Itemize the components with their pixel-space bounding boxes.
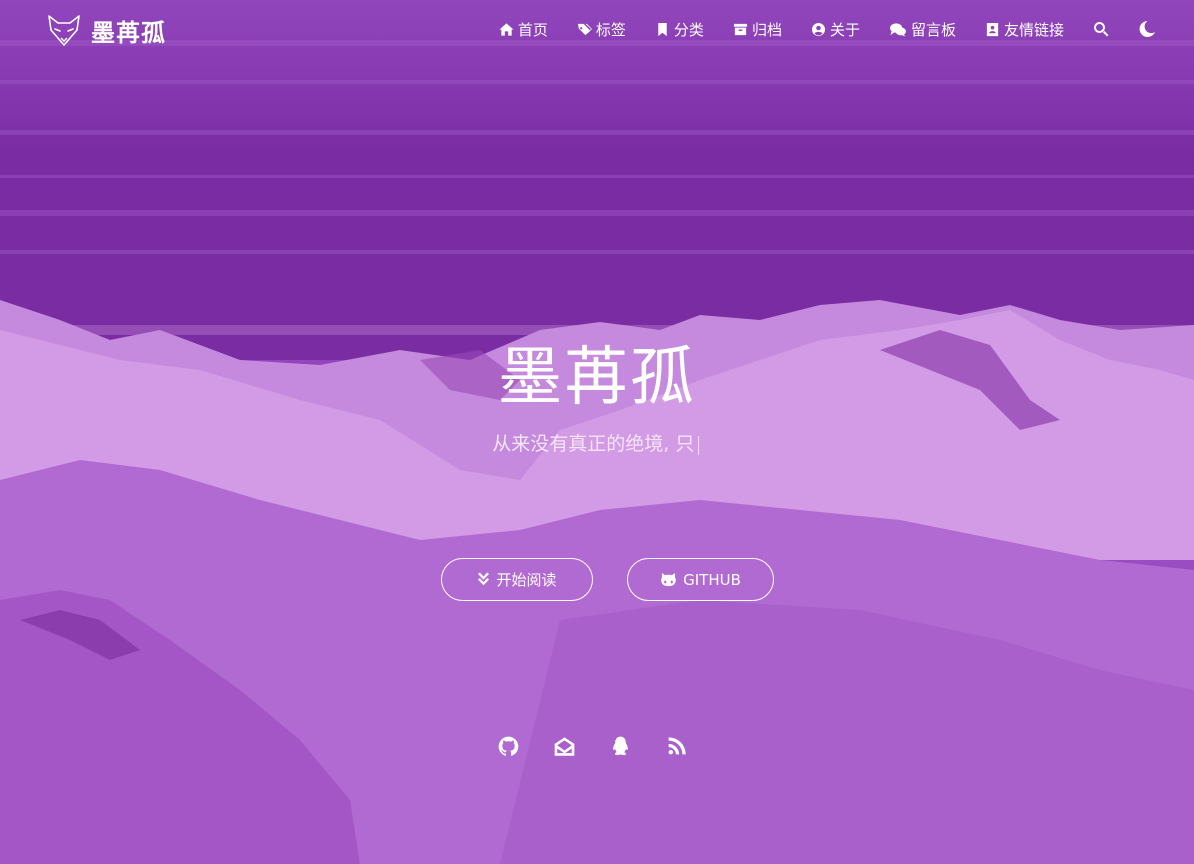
nav-item-categories[interactable]: 分类	[655, 19, 704, 40]
nav-item-label: 友情链接	[1003, 20, 1064, 39]
comments-icon	[890, 22, 906, 37]
fox-logo-icon	[48, 15, 80, 46]
tags-icon	[577, 23, 592, 35]
nav-item-friend-links[interactable]: 友情链接	[985, 19, 1064, 40]
nav-item-guestbook[interactable]: 留言板	[889, 19, 956, 40]
social-rss-link[interactable]	[665, 735, 687, 757]
github-icon	[498, 736, 518, 756]
nav-item-label: 首页	[517, 20, 548, 39]
nav-item-archive[interactable]: 归档	[733, 19, 782, 40]
nav-item-label: 留言板	[910, 20, 956, 39]
search-icon	[1094, 22, 1109, 37]
nav-item-label: 标签	[595, 20, 626, 39]
typing-cursor: |	[695, 433, 702, 455]
start-reading-label: 开始阅读	[496, 571, 557, 589]
nav-item-about[interactable]: 关于	[811, 19, 860, 40]
hero-subtitle: 从来没有真正的绝境, 只|	[0, 430, 1194, 458]
user-circle-icon	[811, 22, 826, 36]
subtitle-text: 从来没有真正的绝境, 只	[492, 433, 695, 455]
page: 墨苒孤 首页 标签 分类 归档 关于 留言板 友情链接 墨苒孤 从来没有真正的绝…	[0, 0, 1194, 864]
theme-toggle[interactable]	[1138, 20, 1156, 38]
moon-icon	[1139, 21, 1155, 37]
nav-item-label: 归档	[751, 20, 782, 39]
social-email-link[interactable]	[553, 735, 575, 757]
brand-name: 墨苒孤	[91, 18, 166, 47]
qq-icon	[612, 736, 628, 755]
address-book-icon	[986, 22, 999, 36]
start-reading-button[interactable]: 开始阅读	[441, 558, 593, 601]
social-github-link[interactable]	[497, 735, 519, 757]
search-button[interactable]	[1093, 21, 1109, 37]
archive-icon	[733, 23, 747, 35]
github-label: GITHUB	[683, 570, 741, 589]
bookmark-icon	[658, 22, 667, 36]
github-alt-icon	[661, 572, 676, 587]
social-qq-link[interactable]	[609, 735, 631, 757]
brand[interactable]: 墨苒孤	[47, 12, 166, 48]
nav-item-label: 分类	[673, 20, 704, 39]
github-button[interactable]: GITHUB	[627, 558, 774, 601]
envelope-open-icon	[554, 736, 574, 756]
nav-item-tags[interactable]: 标签	[577, 19, 626, 40]
angle-double-down-icon	[478, 572, 490, 586]
social-links	[0, 735, 1194, 757]
hero-title: 墨苒孤	[498, 341, 696, 415]
nav-menu: 首页 标签 分类 归档 关于 留言板 友情链接	[470, 17, 1156, 41]
nav-item-label: 关于	[829, 20, 860, 39]
navbar: 墨苒孤 首页 标签 分类 归档 关于 留言板 友情链接	[0, 0, 1194, 60]
nav-item-home[interactable]: 首页	[499, 19, 548, 40]
home-icon	[499, 22, 514, 36]
rss-icon	[668, 736, 686, 754]
